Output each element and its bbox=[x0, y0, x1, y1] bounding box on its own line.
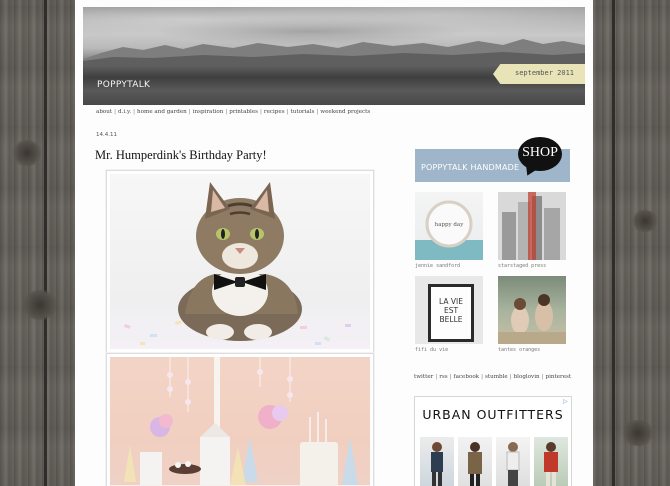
wood-seam bbox=[612, 0, 615, 486]
ad-product-image[interactable] bbox=[420, 437, 454, 486]
nav-separator: | bbox=[133, 109, 136, 115]
shop-item-thumbnail[interactable]: LA VIE EST BELLE bbox=[415, 276, 483, 344]
social-link-facebook[interactable]: facebook bbox=[454, 374, 480, 380]
wood-knot bbox=[10, 140, 44, 166]
nav-item-printables[interactable]: printables bbox=[229, 109, 258, 115]
social-link-stumble[interactable]: stumble bbox=[485, 374, 508, 380]
ad-product-image[interactable] bbox=[458, 437, 492, 486]
ad-product-image[interactable] bbox=[534, 437, 568, 486]
social-link-bloglovin[interactable]: bloglovin bbox=[514, 374, 540, 380]
nav-item-inspiration[interactable]: inspiration bbox=[193, 109, 224, 115]
shop-item[interactable]: LA VIE EST BELLE fifi du vie bbox=[415, 276, 483, 356]
social-link-twitter[interactable]: twitter bbox=[414, 374, 433, 380]
shop-item-thumbnail[interactable]: happy day bbox=[415, 192, 483, 260]
social-link-pinterest[interactable]: pinterest bbox=[546, 374, 572, 380]
post-title[interactable]: Mr. Humperdink's Birthday Party! bbox=[95, 148, 267, 163]
date-tag-label: september 2011 bbox=[515, 69, 575, 77]
framed-print: LA VIE EST BELLE bbox=[428, 284, 474, 342]
blog-page: POPPYTALK september 2011 about | d.i.y. | ho… bbox=[75, 0, 593, 486]
post-photo-frame bbox=[106, 170, 374, 353]
nav-separator: | bbox=[509, 374, 512, 380]
social-link-rss[interactable]: rss bbox=[439, 374, 447, 380]
nav-separator: | bbox=[316, 109, 319, 115]
wood-knot bbox=[630, 210, 660, 232]
cat-photo[interactable] bbox=[110, 174, 370, 349]
shop-item-caption[interactable]: starstaged press bbox=[498, 263, 546, 269]
nav-separator: | bbox=[114, 109, 117, 115]
party-illustration bbox=[110, 357, 370, 486]
hoop-text: happy day bbox=[435, 222, 465, 228]
shop-item-thumbnail[interactable] bbox=[498, 276, 566, 344]
photo-print-icon bbox=[498, 294, 566, 344]
nav-item-weekend-projects[interactable]: weekend projects bbox=[320, 109, 370, 115]
nav-separator: | bbox=[260, 109, 262, 115]
header-banner[interactable]: POPPYTALK september 2011 bbox=[83, 7, 585, 105]
nav-item-about[interactable]: about bbox=[96, 109, 112, 115]
nav-separator: | bbox=[225, 109, 228, 115]
framed-print-text: LA VIE EST BELLE bbox=[439, 297, 463, 324]
shop-item-thumbnail[interactable] bbox=[498, 192, 566, 260]
model-figure bbox=[544, 442, 558, 486]
party-table-photo[interactable] bbox=[110, 357, 370, 486]
nav-item-home-and-garden[interactable]: home and garden bbox=[137, 109, 187, 115]
date-tag: september 2011 bbox=[493, 64, 585, 84]
shop-item[interactable]: happy day jennie sandford bbox=[415, 192, 483, 272]
ad-brand: URBAN OUTFITTERS bbox=[422, 407, 564, 422]
nav-separator: | bbox=[188, 109, 191, 115]
shop-item-caption[interactable]: fifi du vie bbox=[415, 347, 448, 353]
ad-choices-icon[interactable]: ▷ bbox=[563, 399, 569, 405]
city-print-icon bbox=[498, 192, 566, 260]
nav-item-diy[interactable]: d.i.y. bbox=[118, 109, 131, 115]
shop-speech-bubble-icon: SHOP bbox=[518, 137, 562, 171]
wood-knot bbox=[620, 420, 656, 446]
advertisement[interactable]: ▷ URBAN OUTFITTERS bbox=[414, 396, 572, 486]
shop-item[interactable]: starstaged press bbox=[498, 192, 566, 272]
nav-separator: | bbox=[435, 374, 438, 380]
shop-banner[interactable]: POPPYTALK HANDMADE SHOP bbox=[415, 137, 572, 185]
site-logo[interactable]: POPPYTALK bbox=[97, 80, 150, 90]
cat-illustration bbox=[123, 182, 351, 345]
shop-item-caption[interactable]: jennie sandford bbox=[415, 263, 460, 269]
nav-item-tutorials[interactable]: tutorials bbox=[290, 109, 314, 115]
shop-banner-title: POPPYTALK HANDMADE bbox=[421, 163, 520, 172]
shop-item[interactable]: tantes oranges bbox=[498, 276, 566, 356]
nav-separator: | bbox=[481, 374, 483, 380]
nav-separator: | bbox=[286, 109, 289, 115]
ad-product-image[interactable] bbox=[496, 437, 530, 486]
model-figure bbox=[468, 442, 482, 486]
nav-separator: | bbox=[541, 374, 544, 380]
model-figure bbox=[506, 442, 520, 486]
nav-item-recipes[interactable]: recipes bbox=[264, 109, 285, 115]
nav-menu: about | d.i.y. | home and garden | inspiration… bbox=[96, 109, 370, 115]
shop-item-caption[interactable]: tantes oranges bbox=[498, 347, 540, 353]
wood-seam bbox=[44, 0, 47, 486]
model-figure bbox=[431, 442, 443, 486]
mountain-range bbox=[83, 39, 585, 65]
shop-label: SHOP bbox=[522, 145, 558, 160]
post-photo-frame bbox=[106, 353, 374, 486]
embroidery-hoop-icon: happy day bbox=[415, 200, 483, 260]
nav-separator: | bbox=[449, 374, 452, 380]
social-links: twitter | rss | facebook | stumble | bloglovin | p… bbox=[414, 374, 571, 380]
post-date: 14.4.11 bbox=[96, 132, 117, 138]
wood-knot bbox=[20, 290, 60, 320]
